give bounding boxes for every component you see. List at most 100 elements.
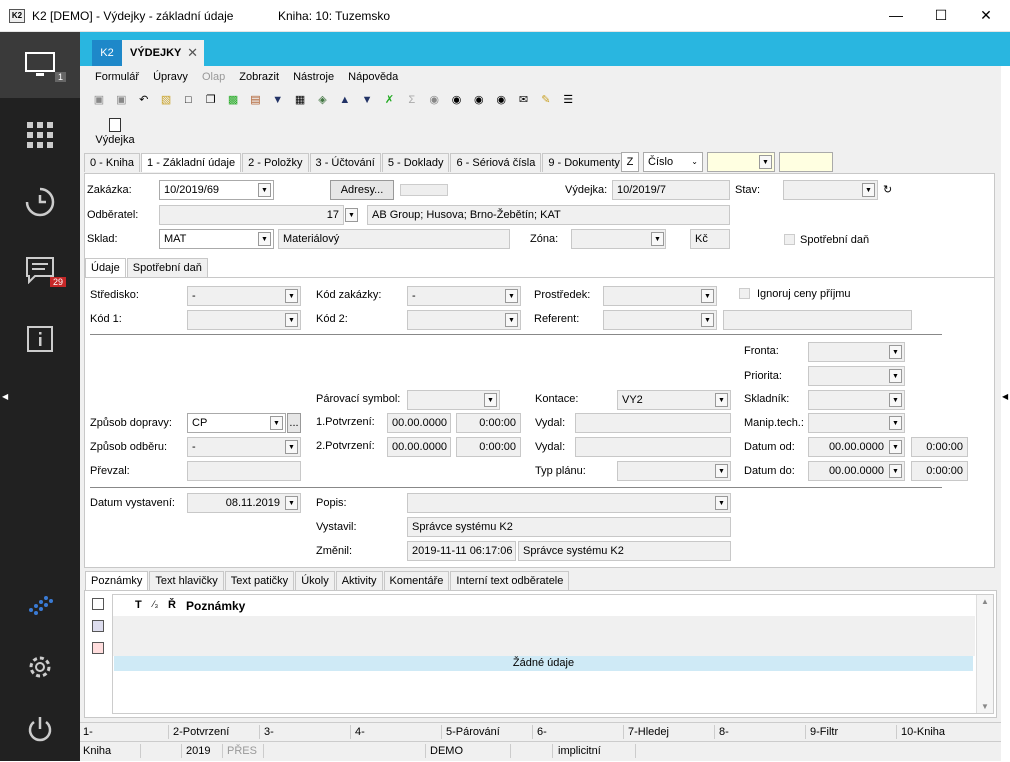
tab-doklady[interactable]: 5 - Doklady: [381, 153, 450, 172]
sklad-dropdown[interactable]: ▼: [258, 232, 271, 246]
search-type-select[interactable]: Číslo ⌄: [643, 152, 703, 172]
find-disabled-icon[interactable]: ◉: [427, 93, 441, 107]
zpusob-odberu-field[interactable]: -: [187, 437, 301, 457]
menu-lines-icon[interactable]: ☰: [561, 93, 575, 107]
scroll-up-icon[interactable]: ▲: [981, 597, 989, 606]
copy-document-icon[interactable]: ❐: [204, 93, 218, 107]
col-fraction[interactable]: ⁄₃: [153, 599, 158, 609]
fkey-3[interactable]: 3-: [264, 726, 274, 738]
popis-dropdown[interactable]: ▼: [715, 496, 728, 510]
vydejka-button[interactable]: Výdejka: [92, 118, 138, 146]
spotrebni-dan-checkbox[interactable]: [784, 234, 795, 245]
fkey-8[interactable]: 8-: [719, 726, 729, 738]
edit-note-icon[interactable]: [92, 620, 104, 632]
sidebar-item-settings[interactable]: [0, 634, 80, 700]
search-input-2[interactable]: [779, 152, 833, 172]
tab-close-icon[interactable]: ✕: [187, 40, 198, 66]
prostredek-dropdown[interactable]: ▼: [701, 289, 714, 303]
zpusob-dopravy-dropdown[interactable]: ▼: [270, 416, 283, 430]
tab-uctovani[interactable]: 3 - Účtování: [309, 153, 381, 172]
add-note-icon[interactable]: [92, 598, 104, 610]
report-icon[interactable]: ▦: [293, 93, 307, 107]
prostredek-field[interactable]: [603, 286, 717, 306]
book-icon[interactable]: ▤: [248, 93, 262, 107]
save-icon[interactable]: ▣: [92, 93, 106, 107]
new-document-icon[interactable]: □: [181, 93, 195, 107]
datum-do-time[interactable]: 0:00:00: [911, 461, 968, 481]
tab-ukoly[interactable]: Úkoly: [295, 571, 335, 590]
mail-icon[interactable]: ✉: [517, 93, 531, 107]
minimize-button[interactable]: —: [873, 0, 919, 31]
undo-icon[interactable]: ↶: [137, 93, 151, 107]
tab-aktivity[interactable]: Aktivity: [335, 571, 383, 590]
fkey-1[interactable]: 1-: [83, 726, 93, 738]
tab-kniha[interactable]: 0 - Kniha: [84, 153, 141, 172]
fkey-6[interactable]: 6-: [537, 726, 547, 738]
col-t[interactable]: T: [135, 599, 142, 611]
tab-dokumenty[interactable]: 9 - Dokumenty: [542, 153, 626, 172]
sidebar-item-info[interactable]: [0, 306, 80, 372]
sidebar-item-messages[interactable]: 29: [0, 237, 80, 303]
lock-icon[interactable]: ▩: [226, 93, 240, 107]
tab-polozky[interactable]: 2 - Položky: [242, 153, 309, 172]
fkey-4[interactable]: 4-: [355, 726, 365, 738]
col-poznamky[interactable]: Poznámky: [186, 599, 245, 613]
fronta-dropdown[interactable]: ▼: [889, 345, 902, 359]
datum-do-dropdown[interactable]: ▼: [889, 464, 902, 478]
col-r[interactable]: Ř: [168, 599, 176, 611]
binoculars-icon[interactable]: ◉: [450, 93, 464, 107]
save-copy-icon[interactable]: ▣: [114, 93, 128, 107]
delete-note-icon[interactable]: [92, 642, 104, 654]
datum-vystaveni-field[interactable]: 08.11.2019: [187, 493, 301, 513]
sidebar-item-apps[interactable]: [0, 102, 80, 168]
sidebar-item-k2-logo[interactable]: [0, 572, 80, 638]
tab-poznamky[interactable]: Poznámky: [85, 571, 149, 590]
priorita-dropdown[interactable]: ▼: [889, 369, 902, 383]
fkey-5[interactable]: 5-Párování: [446, 726, 500, 738]
sum-icon[interactable]: Σ: [405, 93, 419, 107]
referent-field[interactable]: [603, 310, 717, 330]
kod-zakazky-dropdown[interactable]: ▼: [505, 289, 518, 303]
stredisko-field[interactable]: -: [187, 286, 301, 306]
menu-napoveda[interactable]: Nápověda: [348, 71, 398, 83]
grid-scrollbar[interactable]: ▲ ▼: [976, 595, 993, 713]
tab-komentare[interactable]: Komentáře: [383, 571, 450, 590]
collapse-left-icon[interactable]: ◀: [2, 392, 8, 401]
layers-icon[interactable]: ◈: [315, 93, 329, 107]
tab-text-hlavicky[interactable]: Text hlavičky: [149, 571, 224, 590]
kod1-dropdown[interactable]: ▼: [285, 313, 298, 327]
prevzal-field[interactable]: [187, 461, 301, 481]
binoculars-next-icon[interactable]: ◉: [472, 93, 486, 107]
potvrzeni2-date[interactable]: 00.00.0000: [387, 437, 451, 457]
stav-dropdown[interactable]: ▼: [862, 183, 875, 197]
move-up-icon[interactable]: ▲: [338, 93, 352, 107]
potvrzeni1-date[interactable]: 00.00.0000: [387, 413, 451, 433]
menu-formular[interactable]: Formulář: [95, 71, 139, 83]
tab-seriova-cisla[interactable]: 6 - Sériová čísla: [450, 153, 542, 172]
stredisko-dropdown[interactable]: ▼: [285, 289, 298, 303]
typ-planu-field[interactable]: [617, 461, 731, 481]
vydejka-field[interactable]: 10/2019/7: [612, 180, 730, 200]
zona-dropdown[interactable]: ▼: [651, 232, 664, 246]
kod2-dropdown[interactable]: ▼: [505, 313, 518, 327]
fkey-7[interactable]: 7-Hledej: [628, 726, 669, 738]
binoculars-prev-icon[interactable]: ◉: [494, 93, 508, 107]
z-button[interactable]: Z: [621, 152, 639, 172]
kod2-field[interactable]: [407, 310, 521, 330]
potvrzeni2-time[interactable]: 0:00:00: [456, 437, 521, 457]
notes-icon[interactable]: ✎: [539, 93, 553, 107]
tab-interni-text[interactable]: Interní text odběratele: [450, 571, 570, 590]
tab-text-paticky[interactable]: Text patičky: [224, 571, 295, 590]
fkey-9[interactable]: 9-Filtr: [810, 726, 838, 738]
fkey-10[interactable]: 10-Kniha: [901, 726, 945, 738]
typ-planu-dropdown[interactable]: ▼: [715, 464, 728, 478]
kod1-field[interactable]: [187, 310, 301, 330]
kontace-field[interactable]: VY2: [617, 390, 731, 410]
search-dropdown-arrow[interactable]: ▼: [759, 155, 772, 169]
scroll-down-icon[interactable]: ▼: [981, 702, 989, 711]
skladnik-dropdown[interactable]: ▼: [889, 393, 902, 407]
open-folder-icon[interactable]: ▧: [159, 93, 173, 107]
tab-spotrebni-dan[interactable]: Spotřební daň: [126, 258, 208, 277]
popis-field[interactable]: [407, 493, 731, 513]
menu-olap[interactable]: Olap: [202, 71, 225, 83]
